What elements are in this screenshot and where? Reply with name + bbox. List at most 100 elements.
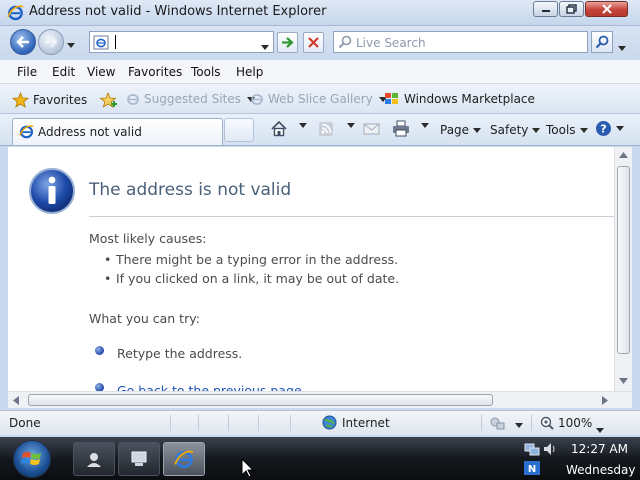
home-icon (271, 120, 287, 137)
favorites-bar: Favorites Suggested Sites Web Slice Gall… (0, 84, 640, 114)
search-options-dropdown[interactable] (618, 40, 626, 54)
address-input[interactable] (114, 34, 254, 50)
taskbar-internet-explorer[interactable] (163, 442, 205, 476)
web-slice-icon (251, 94, 263, 105)
go-button[interactable] (277, 32, 298, 53)
windows-marketplace-label: Windows Marketplace (404, 92, 535, 106)
tools-menu-button[interactable]: Tools (546, 123, 588, 137)
web-slice-gallery-label: Web Slice Gallery (268, 92, 373, 106)
info-icon (28, 167, 76, 218)
close-icon (601, 4, 612, 14)
home-dropdown[interactable] (299, 123, 307, 128)
taskbar-app-1[interactable] (73, 442, 115, 476)
print-button[interactable] (392, 120, 410, 137)
print-dropdown[interactable] (421, 123, 429, 128)
clock-time[interactable]: 12:27 AM (571, 442, 628, 456)
web-slice-gallery-link[interactable]: Web Slice Gallery (250, 92, 387, 106)
page-menu-button[interactable]: Page (440, 123, 482, 137)
rss-feed-icon (319, 122, 333, 136)
zoom-button[interactable]: 100% (540, 416, 592, 430)
zoom-level: 100% (558, 416, 593, 430)
search-icon (338, 35, 352, 52)
tab-label: Address not valid (38, 125, 142, 139)
favorites-button[interactable]: Favorites (12, 92, 87, 108)
zoom-dropdown[interactable] (596, 422, 604, 436)
menu-help[interactable]: Help (236, 65, 263, 79)
close-button[interactable] (585, 1, 628, 17)
windows-flag-icon (385, 93, 398, 104)
suggested-sites-link[interactable]: Suggested Sites (126, 92, 255, 106)
protected-mode-dropdown[interactable] (515, 417, 523, 431)
go-back-link[interactable]: Go back to the previous page. (117, 383, 306, 391)
menu-edit[interactable]: Edit (52, 65, 75, 79)
svg-text:?: ? (600, 123, 606, 136)
zoom-icon (540, 416, 554, 430)
protected-mode-button[interactable] (489, 415, 505, 433)
cause-item: There might be a typing error in the add… (104, 252, 398, 267)
minimize-icon (541, 10, 550, 12)
maximize-button[interactable] (559, 1, 584, 17)
back-button[interactable] (10, 29, 36, 55)
ie-icon (7, 4, 24, 24)
ie-icon (19, 124, 34, 142)
read-mail-button[interactable] (363, 121, 380, 136)
scroll-right-icon[interactable] (602, 396, 608, 405)
windows-marketplace-link[interactable]: Windows Marketplace (384, 92, 535, 106)
speaker-icon[interactable] (542, 441, 558, 460)
feeds-dropdown[interactable] (347, 123, 355, 128)
read-mail-icon (363, 123, 380, 135)
taskbar-app-2[interactable] (118, 442, 160, 476)
windows-start-icon (21, 452, 41, 465)
computer-icon (131, 451, 147, 466)
horizontal-scroll-thumb[interactable] (28, 394, 493, 406)
help-button[interactable]: ? (595, 120, 624, 137)
add-to-favorites-bar-button[interactable] (99, 92, 119, 108)
clock-day[interactable]: Wednesday (566, 463, 635, 477)
scroll-up-icon[interactable] (619, 152, 628, 158)
new-tab-button[interactable] (224, 118, 254, 142)
recent-pages-dropdown[interactable] (67, 37, 75, 51)
address-dropdown[interactable] (261, 39, 269, 53)
start-button[interactable] (13, 440, 51, 478)
globe-icon (322, 415, 337, 430)
search-box[interactable]: Live Search (333, 31, 588, 53)
home-button[interactable] (270, 120, 288, 137)
menu-tools[interactable]: Tools (191, 65, 221, 79)
forward-arrow-icon (45, 36, 58, 48)
forward-button[interactable] (38, 29, 64, 55)
bullet-icon (95, 346, 104, 355)
stop-button[interactable] (303, 32, 324, 53)
print-icon (393, 120, 409, 137)
scroll-left-icon[interactable] (13, 396, 19, 405)
vertical-scroll-thumb[interactable] (617, 166, 630, 354)
divider (89, 216, 614, 217)
horizontal-scrollbar[interactable] (8, 391, 632, 408)
minimize-button[interactable] (533, 1, 558, 17)
taskbar: N 12:27 AM Wednesday (0, 437, 640, 480)
favorites-label: Favorites (33, 93, 88, 107)
bullet-icon (95, 383, 104, 391)
search-button[interactable] (591, 31, 613, 53)
tab-address-not-valid[interactable]: Address not valid (12, 118, 223, 145)
ie-icon (174, 450, 194, 469)
address-bar[interactable] (89, 31, 274, 53)
suggested-sites-label: Suggested Sites (144, 92, 241, 106)
search-icon (595, 35, 609, 49)
menu-favorites[interactable]: Favorites (128, 65, 182, 79)
security-zone[interactable]: Internet (322, 415, 390, 430)
scroll-down-icon[interactable] (619, 378, 628, 384)
mouse-cursor-icon (241, 458, 254, 478)
tools-menu-label: Tools (546, 123, 576, 137)
feeds-button[interactable] (318, 121, 334, 137)
network-icon[interactable] (524, 441, 540, 460)
language-icon[interactable]: N (524, 461, 540, 478)
navigation-bar: Live Search (0, 26, 640, 60)
suggested-sites-icon (127, 94, 139, 105)
vertical-scrollbar[interactable] (614, 147, 632, 391)
menu-view[interactable]: View (87, 65, 115, 79)
menu-file[interactable]: File (17, 65, 37, 79)
safety-menu-button[interactable]: Safety (490, 123, 541, 137)
refresh-go-icon (282, 37, 294, 48)
cause-item: If you clicked on a link, it may be out … (104, 271, 399, 286)
add-favorites-icon (99, 92, 117, 108)
